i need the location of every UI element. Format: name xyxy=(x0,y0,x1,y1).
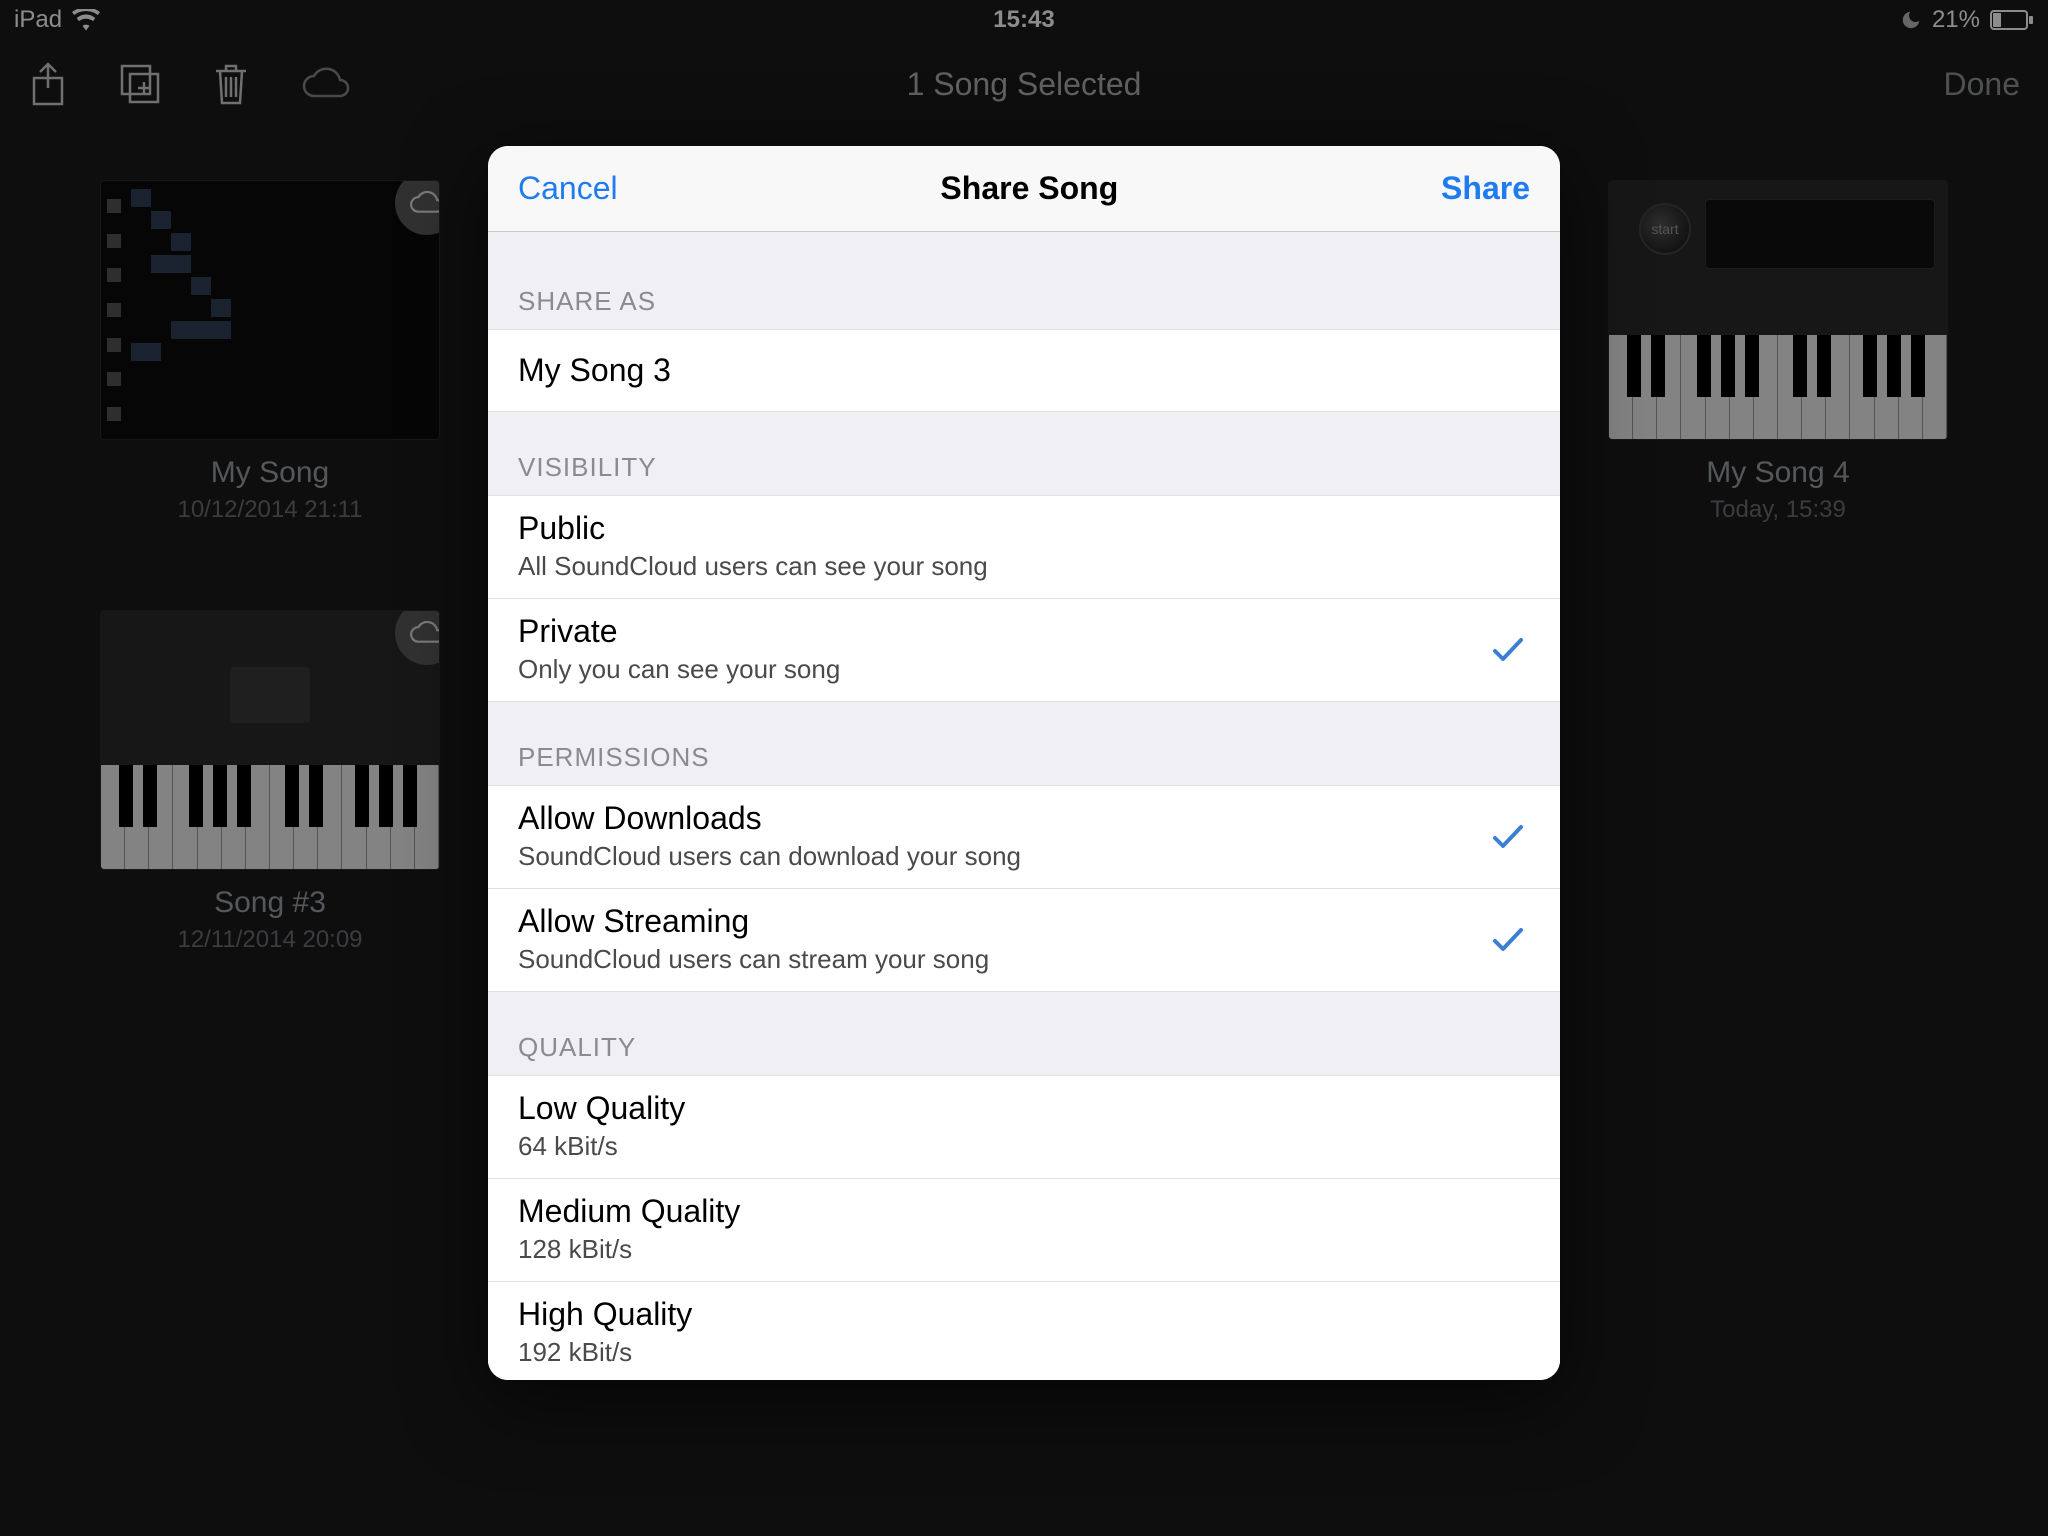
share-as-field[interactable]: My Song 3 xyxy=(488,329,1560,412)
visibility-public-row[interactable]: Public All SoundCloud users can see your… xyxy=(488,495,1560,599)
status-bar: iPad 15:43 21% xyxy=(0,0,2048,40)
start-knob: start xyxy=(1639,203,1691,255)
row-title: Medium Quality xyxy=(518,1193,1530,1230)
share-button[interactable]: Share xyxy=(1441,170,1530,207)
checkmark-icon xyxy=(1492,824,1524,850)
wifi-icon xyxy=(72,9,100,31)
toolbar-title: 1 Song Selected xyxy=(907,66,1142,103)
song-date: 12/11/2014 20:09 xyxy=(100,926,440,954)
modal-title: Share Song xyxy=(940,170,1118,207)
song-name: Song #3 xyxy=(100,886,440,920)
row-subtitle: 128 kBit/s xyxy=(518,1234,1530,1265)
row-title: Private xyxy=(518,613,1530,650)
row-subtitle: Only you can see your song xyxy=(518,654,1530,685)
row-subtitle: SoundCloud users can stream your song xyxy=(518,944,1530,975)
done-button[interactable]: Done xyxy=(1944,66,2021,102)
device-label: iPad xyxy=(14,6,62,34)
share-icon[interactable] xyxy=(28,60,68,108)
quality-medium-row[interactable]: Medium Quality 128 kBit/s xyxy=(488,1179,1560,1282)
song-date: 10/12/2014 21:11 xyxy=(100,496,440,524)
song-thumbnail xyxy=(100,610,440,870)
cloud-icon[interactable] xyxy=(300,66,352,102)
allow-downloads-row[interactable]: Allow Downloads SoundCloud users can dow… xyxy=(488,785,1560,889)
share-as-value: My Song 3 xyxy=(518,352,1530,389)
allow-streaming-row[interactable]: Allow Streaming SoundCloud users can str… xyxy=(488,889,1560,992)
song-card[interactable]: My Song 10/12/2014 21:11 xyxy=(100,180,440,524)
modal-header: Cancel Share Song Share xyxy=(488,146,1560,232)
status-time: 15:43 xyxy=(993,6,1054,34)
section-header-permissions: PERMISSIONS xyxy=(488,702,1560,785)
row-title: Allow Streaming xyxy=(518,903,1530,940)
trash-icon[interactable] xyxy=(212,61,250,107)
row-title: Public xyxy=(518,510,1530,547)
row-subtitle: SoundCloud users can download your song xyxy=(518,841,1530,872)
song-name: My Song 4 xyxy=(1608,456,1948,490)
song-thumbnail xyxy=(100,180,440,440)
visibility-private-row[interactable]: Private Only you can see your song xyxy=(488,599,1560,702)
row-title: Low Quality xyxy=(518,1090,1530,1127)
row-subtitle: 64 kBit/s xyxy=(518,1131,1530,1162)
row-subtitle: 192 kBit/s xyxy=(518,1337,1530,1368)
do-not-disturb-icon xyxy=(1900,9,1922,31)
song-thumbnail: start xyxy=(1608,180,1948,440)
checkmark-icon xyxy=(1492,637,1524,663)
quality-high-row[interactable]: High Quality 192 kBit/s xyxy=(488,1282,1560,1380)
cloud-badge-icon xyxy=(395,610,440,665)
checkmark-icon xyxy=(1492,927,1524,953)
song-name: My Song xyxy=(100,456,440,490)
row-subtitle: All SoundCloud users can see your song xyxy=(518,551,1530,582)
section-header-share-as: SHARE AS xyxy=(488,232,1560,329)
row-title: Allow Downloads xyxy=(518,800,1530,837)
section-header-quality: QUALITY xyxy=(488,992,1560,1075)
battery-percent: 21% xyxy=(1932,6,1980,34)
song-card[interactable]: Song #3 12/11/2014 20:09 xyxy=(100,610,440,954)
song-card[interactable]: start My Song 4 Today, 15:39 xyxy=(1608,180,1948,524)
song-date: Today, 15:39 xyxy=(1608,496,1948,524)
cancel-button[interactable]: Cancel xyxy=(518,170,618,207)
share-song-modal: Cancel Share Song Share SHARE AS My Song… xyxy=(488,146,1560,1380)
quality-low-row[interactable]: Low Quality 64 kBit/s xyxy=(488,1075,1560,1179)
duplicate-icon[interactable] xyxy=(118,62,162,106)
section-header-visibility: VISIBILITY xyxy=(488,412,1560,495)
row-title: High Quality xyxy=(518,1296,1530,1333)
toolbar: 1 Song Selected Done xyxy=(0,40,2048,128)
battery-icon xyxy=(1990,10,2034,30)
